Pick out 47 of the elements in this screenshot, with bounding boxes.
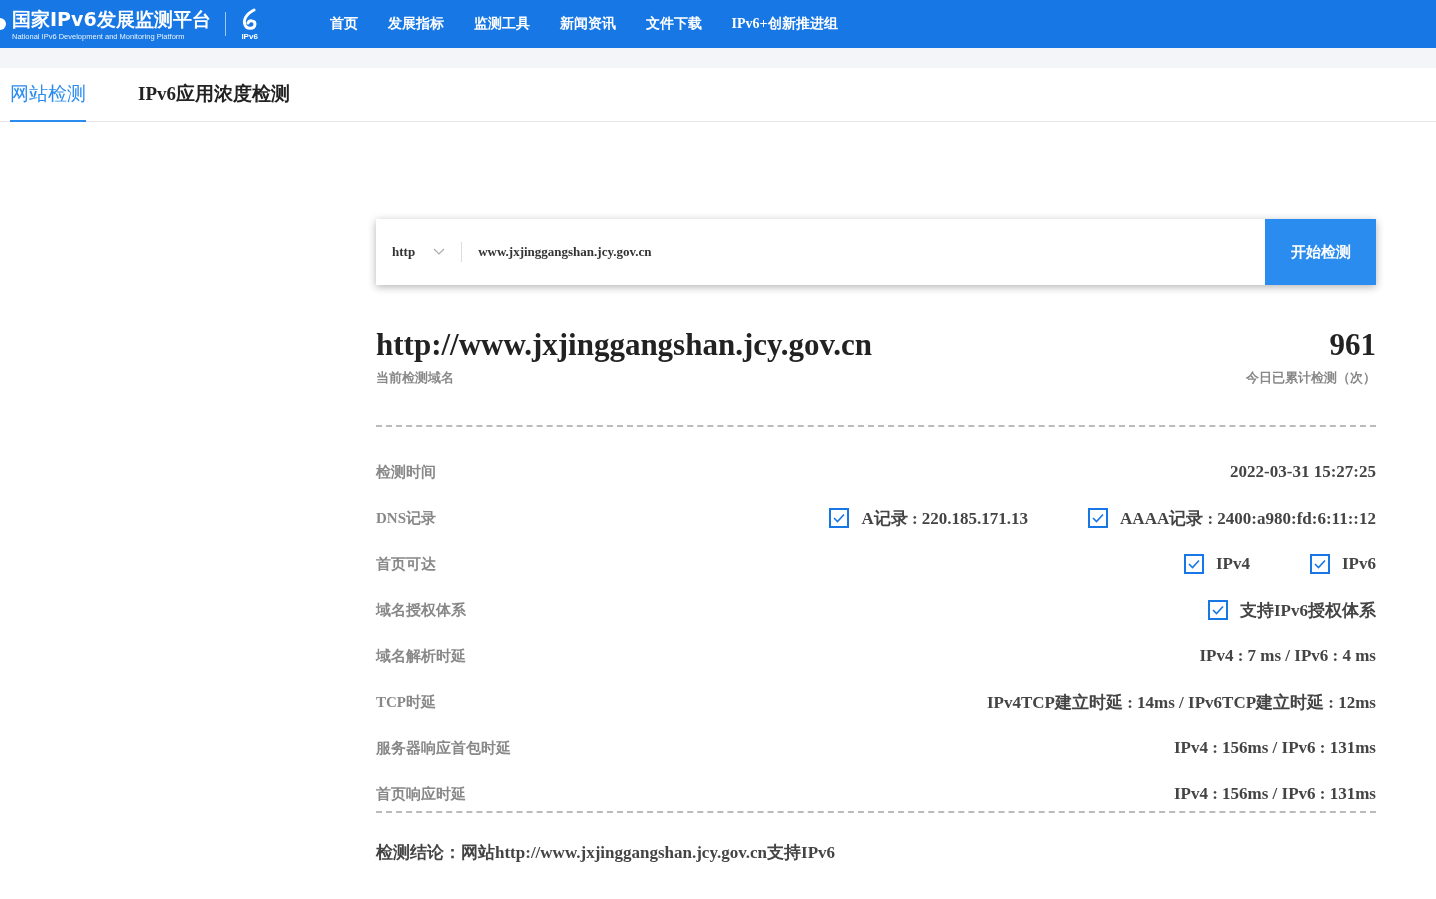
checkbox[interactable] bbox=[1310, 554, 1330, 574]
check-count: 961 bbox=[1329, 327, 1376, 363]
row-label: TCP时延 bbox=[376, 692, 436, 712]
check-icon bbox=[1212, 605, 1224, 615]
checkbox[interactable] bbox=[1088, 508, 1109, 528]
check-icon bbox=[1314, 559, 1326, 569]
count-caption: 今日已累计检测（次） bbox=[1246, 369, 1376, 387]
nav-link[interactable]: 监测工具 bbox=[473, 15, 530, 33]
check-label: AAAA记录 : 2400:a980:fd:6:11::12 bbox=[1120, 507, 1376, 530]
chevron-down-icon bbox=[433, 248, 446, 256]
conclusion-text: 检测结论：网站http://www.jxjinggangshan.jcy.gov.cn支持IPv6 bbox=[376, 842, 837, 864]
check-icon bbox=[1092, 513, 1105, 523]
row-value: 2022-03-31 15:27:25 bbox=[1230, 462, 1376, 482]
row-label: DNS记录 bbox=[376, 508, 436, 528]
check-icon bbox=[833, 513, 846, 523]
start-check-button[interactable]: 开始检测 bbox=[1265, 219, 1376, 285]
nav-link[interactable]: 新闻资讯 bbox=[559, 15, 616, 33]
url-input[interactable]: www.jxjinggangshan.jcy.gov.cn bbox=[462, 219, 1265, 285]
row-label: 域名解析时延 bbox=[376, 646, 466, 666]
row-label: 服务器响应首包时延 bbox=[376, 738, 511, 758]
row-value: IPv4TCP建立时延 : 14ms / IPv6TCP建立时延 : 12ms bbox=[986, 691, 1376, 714]
row-label: 首页可达 bbox=[376, 554, 436, 574]
nav-link[interactable]: 文件下载 bbox=[645, 15, 702, 33]
logo-text: IPv6 bbox=[241, 31, 258, 41]
row-label: 检测时间 bbox=[376, 462, 436, 482]
check-label: IPv4 bbox=[1216, 554, 1250, 574]
site-title: 国家IPv6发展监测平台 bbox=[12, 7, 211, 30]
protocol-select[interactable]: http bbox=[376, 242, 463, 262]
tab[interactable]: IPv6应用浓度检测 bbox=[138, 68, 290, 122]
row-label: 域名授权体系 bbox=[376, 600, 466, 620]
check-label: 支持IPv6授权体系 bbox=[1240, 599, 1376, 622]
nav-link[interactable]: 发展指标 bbox=[387, 15, 444, 33]
checkbox[interactable] bbox=[1208, 600, 1228, 620]
nav-link[interactable]: IPv6+创新推进组 bbox=[731, 15, 838, 33]
checkbox[interactable] bbox=[829, 508, 850, 528]
row-label: 首页响应时延 bbox=[376, 784, 466, 804]
nav-link[interactable]: 首页 bbox=[329, 15, 358, 33]
checked-domain: http://www.jxjinggangshan.jcy.gov.cn bbox=[376, 327, 873, 363]
check-icon bbox=[1188, 559, 1200, 569]
row-value: IPv4 : 7 ms / IPv6 : 4 ms bbox=[1199, 646, 1376, 666]
tab[interactable]: 网站检测 bbox=[10, 68, 86, 122]
check-label: A记录 : 220.185.171.13 bbox=[861, 507, 1029, 530]
domain-caption: 当前检测域名 bbox=[376, 369, 455, 387]
check-label: IPv6 bbox=[1342, 554, 1376, 574]
checkbox[interactable] bbox=[1184, 554, 1204, 574]
row-value: IPv4 : 156ms / IPv6 : 131ms bbox=[1173, 784, 1376, 804]
row-value: IPv4 : 156ms / IPv6 : 131ms bbox=[1173, 738, 1376, 758]
